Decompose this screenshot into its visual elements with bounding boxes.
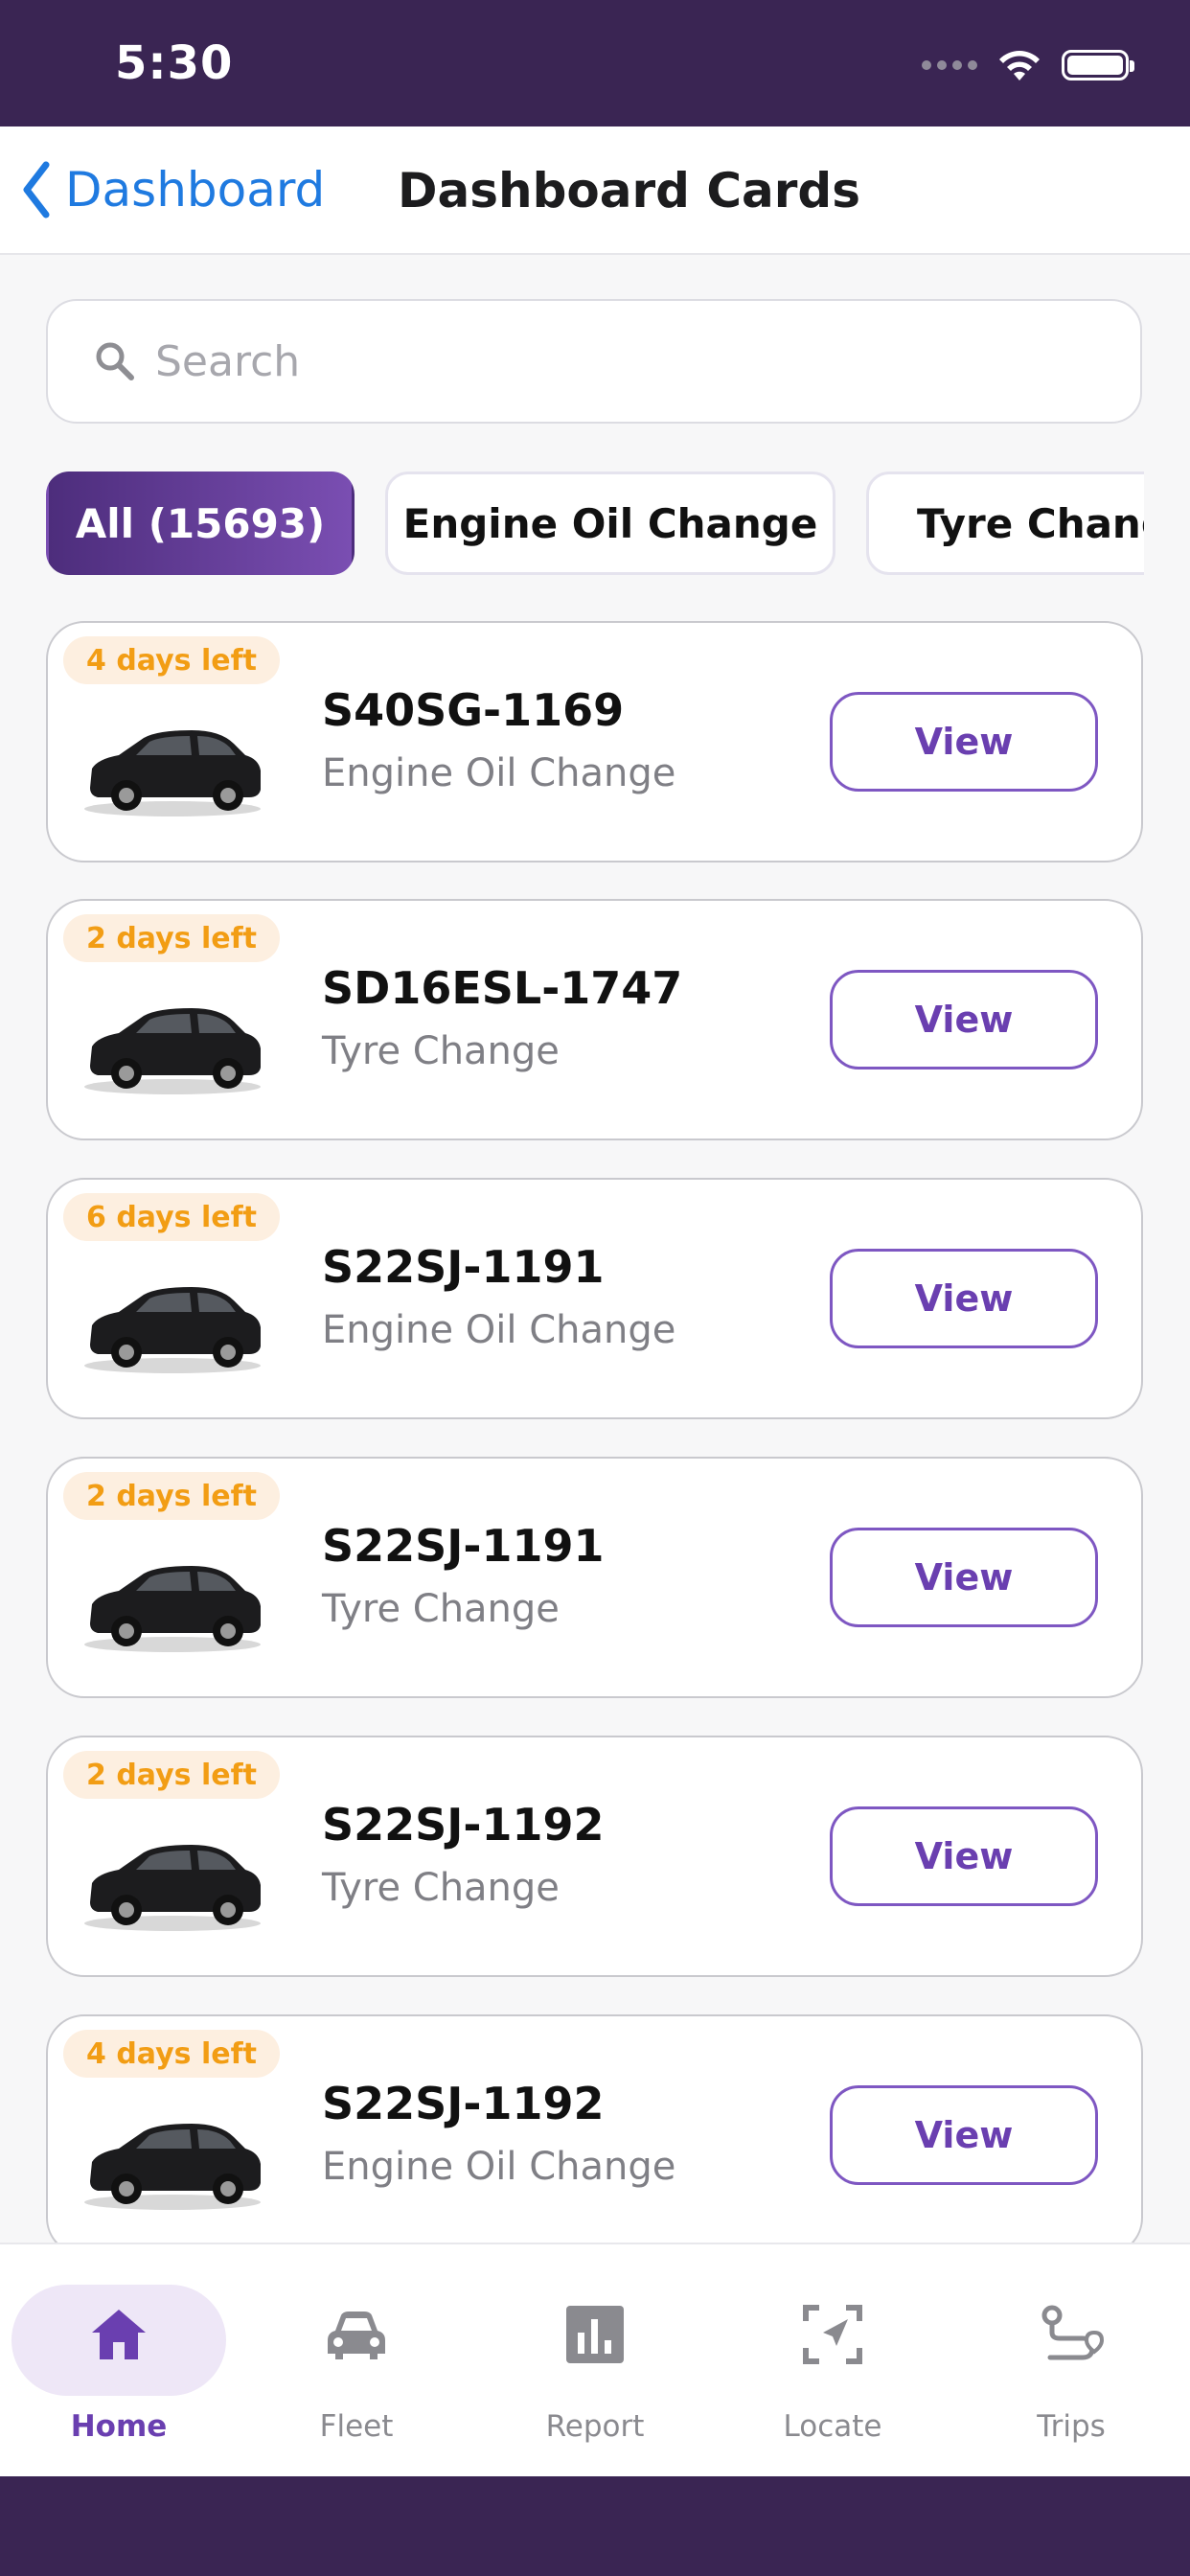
service-card[interactable]: 4 days left S22SJ-1192 Engine Oil Change… xyxy=(46,2014,1143,2256)
filter-chip-tyre-change[interactable]: Tyre Change xyxy=(866,472,1144,575)
days-left-badge: 6 days left xyxy=(63,1193,280,1241)
tab-label: Locate xyxy=(783,2409,882,2444)
service-type: Engine Oil Change xyxy=(322,2145,676,2189)
vehicle-plate: S22SJ-1192 xyxy=(322,1799,605,1851)
filter-chips: All (15693) Engine Oil Change Tyre Chang… xyxy=(46,472,1144,575)
service-type: Tyre Change xyxy=(322,1587,560,1631)
back-label: Dashboard xyxy=(65,162,326,218)
view-button[interactable]: View xyxy=(830,1249,1098,1348)
car-image xyxy=(84,1566,261,1652)
home-indicator-area xyxy=(0,2476,1190,2576)
status-time: 5:30 xyxy=(115,36,234,90)
car-image xyxy=(84,730,261,816)
navigation-bar: Dashboard Dashboard Cards xyxy=(0,126,1190,255)
days-left-badge: 2 days left xyxy=(63,1751,280,1799)
service-card[interactable]: 6 days left S22SJ-1191 Engine Oil Change… xyxy=(46,1178,1143,1419)
search-input[interactable] xyxy=(153,335,1019,387)
view-button[interactable]: View xyxy=(830,970,1098,1070)
service-card[interactable]: 2 days left S22SJ-1191 Tyre Change View xyxy=(46,1457,1143,1698)
service-type: Tyre Change xyxy=(322,1029,560,1073)
service-type: Tyre Change xyxy=(322,1866,560,1910)
car-icon xyxy=(328,2312,385,2359)
chevron-left-icon xyxy=(23,161,50,218)
cellular-signal-icon xyxy=(922,60,977,70)
search-box[interactable] xyxy=(46,299,1142,424)
vehicle-plate: S22SJ-1191 xyxy=(322,1241,605,1293)
days-left-badge: 2 days left xyxy=(63,1472,280,1520)
car-image xyxy=(84,2124,261,2210)
service-card[interactable]: 2 days left S22SJ-1192 Tyre Change View xyxy=(46,1736,1143,1977)
days-left-badge: 4 days left xyxy=(63,2030,280,2078)
view-button[interactable]: View xyxy=(830,2085,1098,2185)
view-button[interactable]: View xyxy=(830,1528,1098,1627)
service-type: Engine Oil Change xyxy=(322,751,676,795)
filter-chip-all[interactable]: All (15693) xyxy=(46,472,355,575)
tab-report[interactable]: Report xyxy=(488,2285,702,2444)
tab-home[interactable]: Home xyxy=(11,2285,226,2444)
bar-chart-icon xyxy=(566,2306,624,2363)
vehicle-plate: S22SJ-1191 xyxy=(322,1520,605,1572)
vehicle-plate: S40SG-1169 xyxy=(322,684,625,736)
view-button[interactable]: View xyxy=(830,692,1098,792)
service-type: Engine Oil Change xyxy=(322,1308,676,1352)
vehicle-plate: S22SJ-1192 xyxy=(322,2078,605,2129)
search-icon xyxy=(96,342,134,380)
locate-icon xyxy=(803,2305,862,2364)
battery-icon xyxy=(1062,50,1134,80)
back-button[interactable]: Dashboard xyxy=(21,155,325,224)
view-button[interactable]: View xyxy=(830,1806,1098,1906)
page-title: Dashboard Cards xyxy=(398,163,860,218)
service-card[interactable]: 2 days left SD16ESL-1747 Tyre Change Vie… xyxy=(46,899,1143,1140)
tab-locate[interactable]: Locate xyxy=(725,2285,940,2444)
filter-chip-engine-oil-change[interactable]: Engine Oil Change xyxy=(385,472,835,575)
tab-label: Home xyxy=(70,2409,168,2444)
service-card[interactable]: 4 days left S40SG-1169 Engine Oil Change… xyxy=(46,621,1143,862)
vehicle-plate: SD16ESL-1747 xyxy=(322,962,683,1014)
status-bar: 5:30 xyxy=(0,0,1190,126)
tab-label: Trips xyxy=(1037,2409,1106,2444)
car-image xyxy=(84,1287,261,1373)
tab-label: Fleet xyxy=(319,2409,394,2444)
tab-trips[interactable]: Trips xyxy=(964,2285,1179,2444)
days-left-badge: 2 days left xyxy=(63,914,280,962)
home-icon xyxy=(92,2310,146,2359)
route-icon xyxy=(1041,2305,1105,2360)
car-image xyxy=(84,1008,261,1094)
tab-fleet[interactable]: Fleet xyxy=(249,2285,464,2444)
bottom-tab-bar: Home Fleet Report Locate Trips xyxy=(0,2242,1190,2478)
wifi-icon xyxy=(999,51,1040,80)
tab-label: Report xyxy=(545,2409,645,2444)
days-left-badge: 4 days left xyxy=(63,636,280,684)
car-image xyxy=(84,1845,261,1931)
status-icons xyxy=(922,42,1134,88)
